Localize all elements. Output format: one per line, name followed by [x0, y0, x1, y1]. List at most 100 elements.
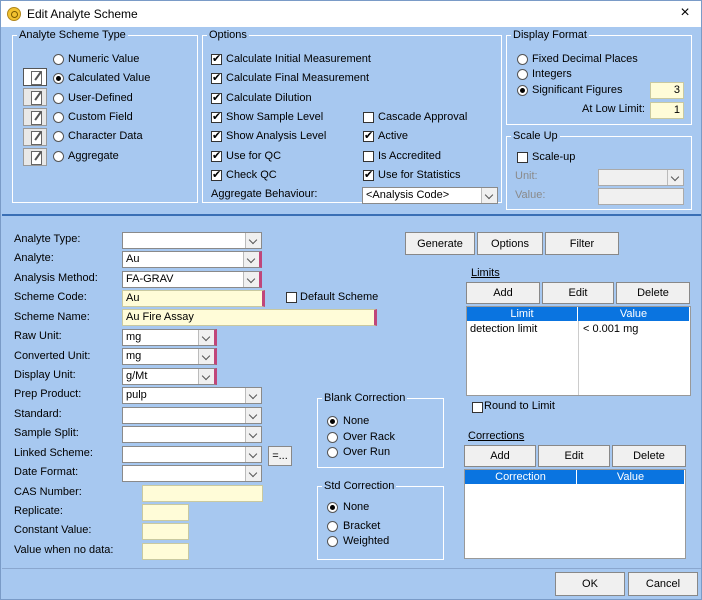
blank-over-run-radio[interactable]	[327, 447, 338, 458]
options-button[interactable]: Options	[477, 232, 543, 255]
edit-scheme-icon-2[interactable]	[23, 88, 47, 106]
scheme-type-label: Aggregate	[68, 150, 119, 162]
ok-button[interactable]: OK	[555, 572, 625, 596]
standard-select[interactable]	[122, 407, 262, 424]
aggregate-behaviour-select[interactable]: <Analysis Code>	[362, 187, 498, 204]
blank-none-radio[interactable]	[327, 416, 338, 427]
scale-up-unit-select[interactable]	[598, 169, 684, 186]
table-row-value[interactable]: < 0.001 mg	[583, 323, 638, 335]
converted-unit-select[interactable]: mg	[122, 348, 217, 365]
blank-over-rack-radio[interactable]	[327, 432, 338, 443]
close-icon[interactable]: ×	[677, 4, 693, 22]
scheme-name-input[interactable]: Au Fire Assay	[122, 309, 377, 326]
scheme-type-label: Numeric Value	[68, 53, 140, 65]
chevron-down-icon[interactable]	[243, 252, 259, 267]
display-format-label: Significant Figures	[532, 84, 623, 96]
blank-correction-label: None	[343, 415, 370, 427]
replicate-input[interactable]	[142, 504, 189, 521]
edit-scheme-icon-3[interactable]	[23, 108, 47, 126]
calc-final-checkbox[interactable]	[211, 71, 222, 85]
fixed-decimal-radio[interactable]	[517, 54, 528, 65]
chevron-down-icon[interactable]	[245, 408, 261, 423]
default-scheme-label: Default Scheme	[300, 291, 379, 303]
linked-scheme-select[interactable]	[122, 446, 262, 463]
scheme-type-radio-custom-field[interactable]	[53, 112, 64, 123]
chevron-down-icon[interactable]	[198, 330, 214, 345]
std-weighted-radio[interactable]	[327, 536, 338, 547]
converted-unit-value: mg	[126, 350, 142, 362]
chevron-down-icon[interactable]	[245, 233, 261, 248]
scheme-type-radio-character-data[interactable]	[53, 131, 64, 142]
prep-product-select[interactable]: pulp	[122, 387, 262, 404]
filter-button[interactable]: Filter	[545, 232, 619, 255]
low-limit-input[interactable]: 1	[650, 102, 684, 119]
std-bracket-radio[interactable]	[327, 521, 338, 532]
chevron-down-icon[interactable]	[245, 388, 261, 403]
analysis-method-select[interactable]: FA-GRAV	[122, 271, 262, 288]
display-unit-select[interactable]: g/Mt	[122, 368, 217, 385]
options-legend: Options	[209, 29, 247, 41]
scale-up-legend: Scale Up	[513, 130, 558, 142]
chevron-down-icon[interactable]	[245, 427, 261, 442]
constant-value-input[interactable]	[142, 523, 189, 540]
generate-button[interactable]: Generate	[405, 232, 475, 255]
table-row-limit[interactable]: detection limit	[470, 323, 537, 335]
round-to-limit-checkbox[interactable]	[472, 402, 483, 413]
calc-initial-checkbox[interactable]	[211, 52, 222, 66]
chevron-down-icon[interactable]	[481, 188, 497, 203]
chevron-down-icon[interactable]	[245, 447, 261, 462]
top-settings-panel: Analyte Scheme Type Numeric Value Calcul…	[2, 27, 701, 214]
std-none-radio[interactable]	[327, 502, 338, 513]
cas-number-input[interactable]	[142, 485, 263, 502]
integers-radio[interactable]	[517, 69, 528, 80]
scheme-type-radio-calculated[interactable]	[53, 73, 64, 84]
limits-add-button[interactable]: Add	[466, 282, 540, 304]
scheme-type-radio-user-defined[interactable]	[53, 93, 64, 104]
app-icon	[7, 7, 21, 21]
default-scheme-checkbox[interactable]	[286, 292, 297, 303]
chevron-down-icon[interactable]	[198, 369, 214, 384]
scheme-type-radio-aggregate[interactable]	[53, 151, 64, 162]
limits-delete-button[interactable]: Delete	[616, 282, 690, 304]
chevron-down-icon[interactable]	[243, 272, 259, 287]
cascade-approval-checkbox[interactable]	[363, 112, 374, 123]
sample-split-select[interactable]	[122, 426, 262, 443]
chevron-down-icon[interactable]	[667, 170, 683, 185]
show-analysis-level-checkbox[interactable]	[211, 129, 222, 143]
corrections-edit-button[interactable]: Edit	[538, 445, 610, 467]
edit-scheme-icon-5[interactable]	[23, 148, 47, 166]
analyte-type-select[interactable]	[122, 232, 262, 249]
edit-scheme-icon-4[interactable]	[23, 128, 47, 146]
scale-up-checkbox[interactable]	[517, 152, 528, 163]
limits-table[interactable]: Limit Value detection limit < 0.001 mg	[466, 306, 691, 396]
chevron-down-icon[interactable]	[245, 466, 261, 481]
scale-up-value-input[interactable]	[598, 188, 684, 205]
corrections-table[interactable]: Correction Value	[464, 469, 686, 559]
scheme-code-input[interactable]: Au	[122, 290, 265, 307]
cancel-button[interactable]: Cancel	[628, 572, 698, 596]
use-for-statistics-checkbox[interactable]	[363, 168, 374, 182]
corrections-add-button[interactable]: Add	[464, 445, 536, 467]
check-qc-checkbox[interactable]	[211, 168, 222, 182]
chevron-down-icon[interactable]	[198, 349, 214, 364]
significant-figures-input[interactable]: 3	[650, 82, 684, 99]
scheme-type-radio-numeric[interactable]	[53, 54, 64, 65]
raw-unit-select[interactable]: mg	[122, 329, 217, 346]
active-checkbox[interactable]	[363, 129, 374, 143]
edit-scheme-icon[interactable]	[23, 68, 47, 86]
aggregate-behaviour-label: Aggregate Behaviour:	[211, 188, 318, 200]
option-label: Active	[378, 130, 408, 142]
use-for-qc-checkbox[interactable]	[211, 149, 222, 163]
linked-scheme-button[interactable]: =...	[268, 446, 292, 466]
analyte-select[interactable]: Au	[122, 251, 262, 268]
significant-figures-radio[interactable]	[517, 85, 528, 96]
date-format-select[interactable]	[122, 465, 262, 482]
is-accredited-checkbox[interactable]	[363, 151, 374, 162]
calc-dilution-checkbox[interactable]	[211, 91, 222, 105]
limits-edit-button[interactable]: Edit	[542, 282, 614, 304]
show-sample-level-checkbox[interactable]	[211, 110, 222, 124]
value-when-no-data-input[interactable]	[142, 543, 189, 560]
corrections-delete-button[interactable]: Delete	[612, 445, 686, 467]
blank-correction-label: Over Rack	[343, 431, 395, 443]
display-format-label: Fixed Decimal Places	[532, 53, 638, 65]
